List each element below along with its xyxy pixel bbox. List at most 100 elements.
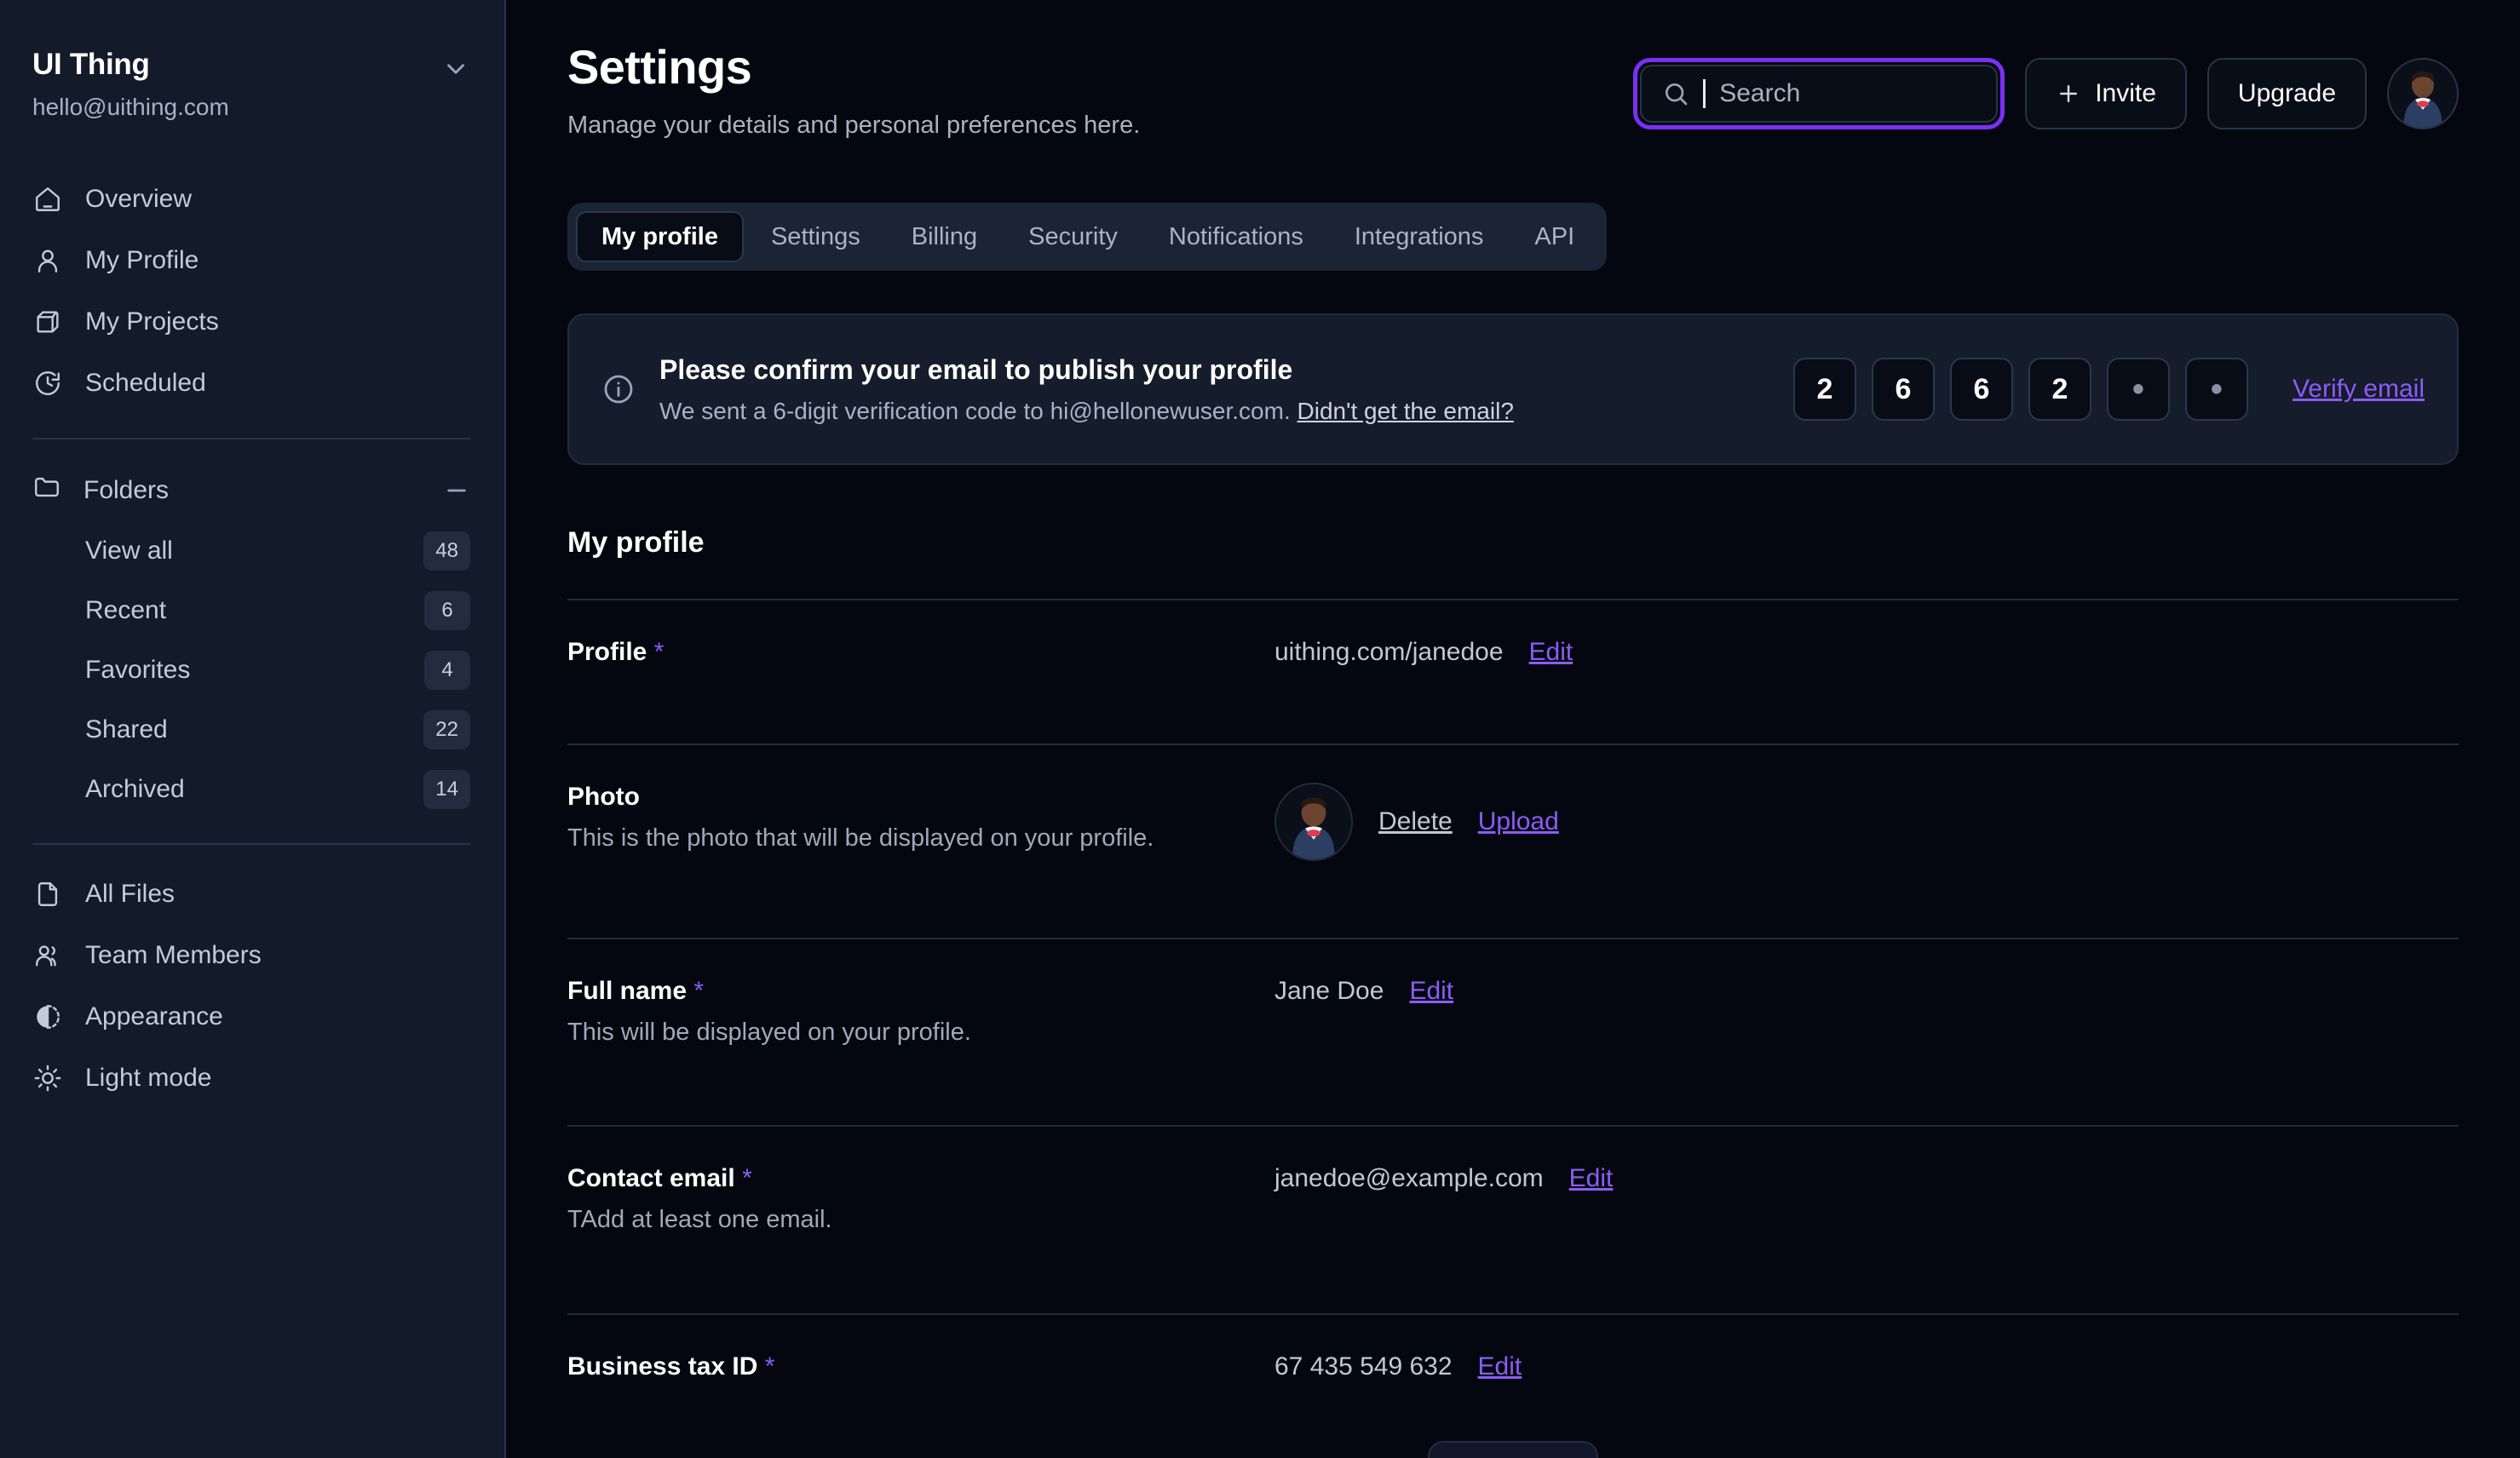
- tab-notifications[interactable]: Notifications: [1145, 211, 1327, 262]
- workspace-switcher[interactable]: UI Thing hello@uithing.com: [0, 48, 504, 121]
- secondary-nav: All Files Team Members Appearance Light …: [0, 864, 504, 1109]
- text-caret: [1703, 79, 1706, 108]
- contrast-icon: [32, 1002, 63, 1032]
- row-label-text: Photo: [567, 783, 640, 811]
- otp-digit-4[interactable]: 2: [2028, 358, 2091, 421]
- tab-security[interactable]: Security: [1004, 211, 1142, 262]
- settings-tabs: My profile Settings Billing Security Not…: [567, 203, 1608, 271]
- file-icon: [32, 879, 63, 910]
- tab-billing[interactable]: Billing: [888, 211, 1001, 262]
- otp-digit-1[interactable]: 2: [1792, 358, 1856, 421]
- folder-count-badge: 4: [424, 651, 470, 690]
- row-label-text: Business tax ID: [567, 1352, 758, 1381]
- sidebar-item-label: All Files: [85, 880, 175, 908]
- folder-item-label: Recent: [85, 596, 167, 624]
- banner-text-group: Please confirm your email to publish you…: [659, 354, 1769, 425]
- delete-photo-link[interactable]: Delete: [1378, 807, 1453, 836]
- invite-button[interactable]: Invite: [2025, 58, 2187, 129]
- app-root: UI Thing hello@uithing.com Overview My P…: [0, 0, 2520, 1458]
- row-description: This will be displayed on your profile.: [567, 1019, 971, 1046]
- folders-section-header[interactable]: Folders: [0, 460, 504, 521]
- row-value: uithing.com/janedoe: [1274, 638, 1504, 666]
- folder-count-badge: 48: [423, 531, 470, 571]
- otp-input-group: 2 6 6 2 • • Verify email: [1792, 358, 2425, 421]
- search-placeholder: Search: [1719, 79, 1801, 107]
- row-label: Contact email *: [567, 1164, 1274, 1193]
- sidebar-item-archived[interactable]: Archived 14: [0, 760, 504, 819]
- row-description: TAdd at least one email.: [567, 1206, 832, 1234]
- workspace-name: UI Thing: [32, 48, 150, 81]
- upgrade-button[interactable]: Upgrade: [2206, 58, 2367, 129]
- otp-digit-5[interactable]: •: [2106, 358, 2170, 421]
- row-value: janedoe@example.com: [1274, 1164, 1544, 1193]
- sidebar-item-overview[interactable]: Overview: [0, 169, 504, 230]
- user-icon: [32, 245, 63, 276]
- banner-subtitle-text: We sent a 6-digit verification code to h…: [659, 397, 1291, 424]
- sidebar-item-my-projects[interactable]: My Projects: [0, 291, 504, 353]
- row-label: Business tax ID *: [567, 1352, 1274, 1381]
- otp-digit-6[interactable]: •: [2184, 358, 2248, 421]
- edit-link[interactable]: Edit: [1529, 638, 1574, 667]
- sidebar-item-scheduled[interactable]: Scheduled: [0, 353, 504, 414]
- edit-link[interactable]: Edit: [1478, 1352, 1522, 1381]
- required-asterisk: *: [693, 977, 705, 1005]
- row-value: Jane Doe: [1274, 977, 1384, 1005]
- row-value: 67 435 549 632: [1274, 1352, 1453, 1381]
- chevron-down-icon[interactable]: [441, 55, 470, 83]
- folder-item-label: Archived: [85, 775, 185, 803]
- required-asterisk: *: [764, 1352, 775, 1381]
- folder-icon: [32, 473, 61, 508]
- info-circle-icon: [601, 372, 636, 406]
- sidebar-item-all-files[interactable]: All Files: [0, 864, 504, 925]
- folder-item-label: View all: [85, 537, 173, 565]
- bottom-overlay-card[interactable]: [1428, 1441, 1598, 1458]
- sidebar-divider-top: [32, 438, 470, 439]
- tab-integrations[interactable]: Integrations: [1331, 211, 1508, 262]
- page-heading-group: Settings Manage your details and persona…: [567, 39, 1140, 140]
- folder-count-badge: 22: [423, 710, 470, 749]
- banner-subtitle: We sent a 6-digit verification code to h…: [659, 398, 1769, 425]
- tab-my-profile[interactable]: My profile: [576, 211, 744, 262]
- sidebar-item-team-members[interactable]: Team Members: [0, 925, 504, 986]
- profile-row-profile: Profile * uithing.com/janedoe Edit: [567, 600, 2459, 704]
- tab-label: My profile: [601, 222, 718, 250]
- folder-count-badge: 6: [424, 591, 470, 630]
- sidebar-item-light-mode[interactable]: Light mode: [0, 1048, 504, 1109]
- tab-settings[interactable]: Settings: [747, 211, 884, 262]
- tab-label: Integrations: [1354, 222, 1484, 250]
- row-label-group: Contact email * TAdd at least one email.: [567, 1164, 1274, 1236]
- avatar[interactable]: [2387, 58, 2459, 129]
- sidebar-item-shared[interactable]: Shared 22: [0, 700, 504, 760]
- box-icon: [32, 307, 63, 337]
- sidebar-item-my-profile[interactable]: My Profile: [0, 230, 504, 291]
- row-value-group: janedoe@example.com Edit: [1274, 1164, 2459, 1193]
- row-label: Photo: [567, 783, 1274, 812]
- sidebar-item-view-all[interactable]: View all 48: [0, 521, 504, 581]
- required-asterisk: *: [653, 638, 665, 666]
- sidebar-divider-bottom: [32, 843, 470, 845]
- minus-icon[interactable]: [443, 477, 470, 504]
- otp-digit-3[interactable]: 6: [1949, 358, 2013, 421]
- otp-digit-2[interactable]: 6: [1871, 358, 1935, 421]
- sidebar-item-favorites[interactable]: Favorites 4: [0, 640, 504, 700]
- tab-label: API: [1534, 222, 1575, 250]
- page-title: Settings: [567, 40, 752, 94]
- upload-photo-link[interactable]: Upload: [1478, 807, 1559, 836]
- workspace-email: hello@uithing.com: [32, 94, 229, 120]
- profile-row-business-tax-id: Business tax ID * 67 435 549 632 Edit: [567, 1315, 2459, 1419]
- verify-email-link[interactable]: Verify email: [2293, 375, 2425, 404]
- sidebar-item-appearance[interactable]: Appearance: [0, 986, 504, 1048]
- edit-link[interactable]: Edit: [1569, 1164, 1614, 1193]
- sidebar-item-recent[interactable]: Recent 6: [0, 581, 504, 640]
- row-label-group: Full name * This will be displayed on yo…: [567, 977, 1274, 1048]
- edit-link[interactable]: Edit: [1409, 977, 1453, 1006]
- search-field-focus-ring: Search: [1633, 58, 2005, 129]
- resend-email-link[interactable]: Didn't get the email?: [1297, 398, 1514, 424]
- search-input[interactable]: Search: [1640, 65, 1999, 123]
- clock-refresh-icon: [32, 368, 63, 399]
- row-value-group: Delete Upload: [1274, 783, 2459, 861]
- profile-photo-image: [1276, 784, 1351, 859]
- tab-api[interactable]: API: [1510, 211, 1598, 262]
- section-title: My profile: [567, 526, 705, 559]
- tab-label: Settings: [770, 222, 860, 250]
